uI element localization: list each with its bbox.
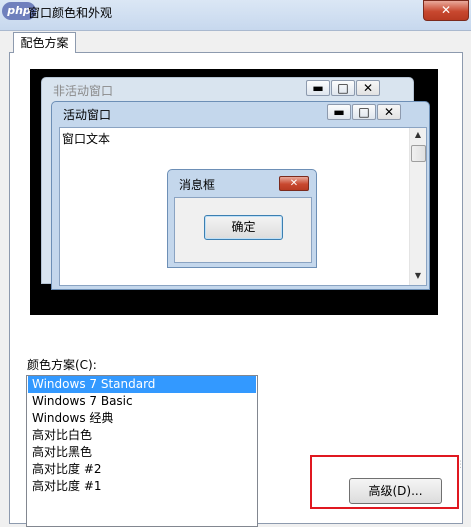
- maximize-icon: □: [352, 104, 376, 120]
- scroll-down-icon: ▼: [414, 271, 422, 280]
- maximize-icon: □: [331, 80, 355, 96]
- close-icon: ✕: [377, 104, 401, 120]
- tab-color-scheme[interactable]: 配色方案: [13, 32, 76, 53]
- minimize-icon: ▬: [306, 80, 330, 96]
- active-window-preview: 活动窗口 ▬ □ ✕ 窗口文本 ▲ ▼ 消息框 ✕ 确定: [51, 101, 430, 290]
- color-scheme-label: 颜色方案(C):: [27, 358, 97, 372]
- list-item[interactable]: 高对比度 #2: [28, 461, 256, 478]
- window-close-button[interactable]: ✕: [423, 0, 469, 21]
- inactive-window-controls: ▬ □ ✕: [306, 80, 406, 96]
- ok-button-preview: 确定: [204, 215, 283, 240]
- list-item[interactable]: Windows 7 Basic: [28, 393, 256, 410]
- scrollbar: ▲ ▼: [409, 128, 426, 285]
- list-item[interactable]: Windows 7 Standard: [28, 376, 256, 393]
- list-item[interactable]: 高对比度 #1: [28, 478, 256, 495]
- active-window-controls: ▬ □ ✕: [327, 104, 427, 120]
- list-item[interactable]: Windows 经典: [28, 410, 256, 427]
- close-icon: ✕: [356, 80, 380, 96]
- color-scheme-list[interactable]: Windows 7 Standard Windows 7 Basic Windo…: [26, 375, 258, 527]
- message-box-preview: 消息框 ✕ 确定: [167, 169, 317, 268]
- scroll-up-icon: ▲: [414, 130, 422, 139]
- message-box-body: 确定: [174, 197, 312, 263]
- scroll-thumb: [411, 145, 426, 162]
- active-window-title: 活动窗口: [63, 108, 112, 122]
- resize-grip: ⋮: [456, 460, 465, 470]
- inactive-window-title: 非活动窗口: [53, 84, 114, 98]
- window-client-area: 窗口文本 ▲ ▼ 消息框 ✕ 确定: [59, 127, 427, 286]
- window-title: 窗口颜色和外观: [28, 6, 113, 20]
- list-item[interactable]: 高对比白色: [28, 427, 256, 444]
- highlight-annotation: [310, 455, 459, 509]
- list-item[interactable]: 高对比黑色: [28, 444, 256, 461]
- appearance-preview: 非活动窗口 ▬ □ ✕ 活动窗口 ▬ □ ✕ 窗口文本 ▲ ▼ 消息框 ✕ 确定: [30, 69, 438, 315]
- window-text: 窗口文本: [62, 132, 111, 146]
- close-icon: ✕: [279, 176, 309, 191]
- message-box-title: 消息框: [179, 178, 216, 192]
- title-bar: php 窗口颜色和外观 ✕: [0, 0, 471, 31]
- minimize-icon: ▬: [327, 104, 351, 120]
